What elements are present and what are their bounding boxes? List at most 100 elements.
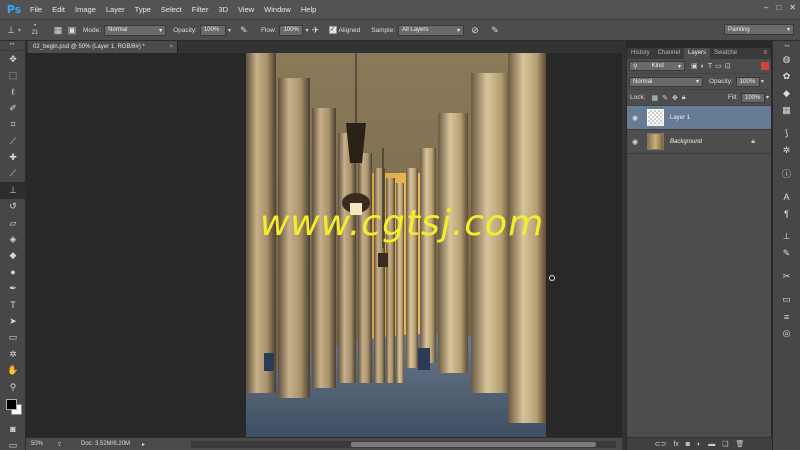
clone-stamp-icon[interactable]: ⊥ <box>4 23 18 37</box>
menu-type[interactable]: Type <box>130 5 156 14</box>
menu-help[interactable]: Help <box>296 5 321 14</box>
filter-toggle-icon[interactable] <box>761 62 769 70</box>
filter-kind-select[interactable]: ⚲ Kind ▾ <box>629 61 685 71</box>
tab-history[interactable]: History <box>627 48 654 59</box>
pressure-size-icon[interactable]: ✎ <box>488 23 502 37</box>
filter-smart-icon[interactable]: ⊡ <box>725 62 731 70</box>
menu-layer[interactable]: Layer <box>101 5 130 14</box>
menu-3d[interactable]: 3D <box>213 5 233 14</box>
add-mask-icon[interactable]: ◙ <box>686 441 690 448</box>
color-panel-icon[interactable]: ◍ <box>773 51 800 68</box>
lock-pixels-icon[interactable]: ✎ <box>662 94 668 102</box>
clone-stamp-tool-icon[interactable]: ⊥ <box>0 182 26 199</box>
layers-panel-icon[interactable]: ◆ <box>773 85 800 102</box>
history-brush-tool-icon[interactable]: ↺ <box>0 199 26 215</box>
close-tab-icon[interactable]: × <box>169 41 173 53</box>
filter-adjustment-icon[interactable]: ◐ <box>701 63 705 70</box>
dock-collapse-icon[interactable]: ◂◂ <box>773 41 800 51</box>
opacity-field[interactable]: 100% <box>199 24 226 36</box>
scrollbar-thumb[interactable] <box>351 442 596 447</box>
ignore-adjustment-icon[interactable]: ⊘ <box>468 23 482 37</box>
info-panel-icon[interactable]: ⓘ <box>773 165 800 182</box>
tool-presets-panel-icon[interactable]: ✂ <box>773 268 800 285</box>
blur-tool-icon[interactable]: ◆ <box>0 248 26 264</box>
new-group-icon[interactable]: ▬ <box>708 441 715 448</box>
share-icon[interactable]: ⇪ <box>57 441 69 448</box>
blend-mode-select[interactable]: Normal ▾ <box>629 76 703 87</box>
lock-transparent-icon[interactable]: ▦ <box>652 94 659 102</box>
foreground-color-swatch[interactable] <box>6 399 17 411</box>
menu-file[interactable]: File <box>25 5 47 14</box>
adjustments-panel-icon[interactable]: ✿ <box>773 68 800 85</box>
visibility-eye-icon[interactable]: ◉ <box>627 114 643 122</box>
clone-source-icon[interactable]: ▣ <box>65 23 79 37</box>
shape-tool-icon[interactable]: ▭ <box>0 330 26 346</box>
brush-size-picker[interactable]: • 21 <box>27 23 43 37</box>
quick-mask-icon[interactable]: ◙ <box>0 421 26 437</box>
workspace-select[interactable]: Painting ▾ <box>724 24 794 35</box>
layer-row-layer-1[interactable]: ◉ Layer 1 <box>627 106 771 130</box>
new-layer-icon[interactable]: ❏ <box>722 440 728 448</box>
link-layers-icon[interactable]: ⊂⊃ <box>655 440 667 448</box>
paragraph-panel-icon[interactable]: ¶ <box>773 205 800 222</box>
delete-layer-icon[interactable]: 🗑︎ <box>736 440 745 448</box>
screen-mode-icon[interactable]: ▭ <box>0 438 26 450</box>
opacity-slider-arrow-icon[interactable]: ▾ <box>228 27 231 34</box>
pen-tool-icon[interactable]: ✒ <box>0 280 26 296</box>
layer-style-icon[interactable]: fx <box>673 441 678 448</box>
tab-channels[interactable]: Channel <box>654 48 684 59</box>
healing-brush-tool-icon[interactable]: ✚ <box>0 149 26 165</box>
panel-menu-icon[interactable]: ≡ <box>759 48 771 59</box>
menu-edit[interactable]: Edit <box>47 5 70 14</box>
airbrush-icon[interactable]: ✈ <box>309 23 323 37</box>
eraser-tool-icon[interactable]: ▱ <box>0 215 26 231</box>
character-panel-icon[interactable]: A <box>773 188 800 205</box>
lasso-tool-icon[interactable]: ℓ <box>0 84 26 100</box>
dodge-tool-icon[interactable]: ● <box>0 264 26 280</box>
zoom-tool-icon[interactable]: ⚲ <box>0 379 26 395</box>
maximize-button[interactable]: □ <box>776 3 781 12</box>
close-window-button[interactable]: ✕ <box>789 3 796 12</box>
horizontal-scrollbar[interactable] <box>191 441 616 448</box>
flow-field[interactable]: 100% <box>279 24 304 36</box>
clone-source-panel-icon[interactable]: ⊥ <box>773 228 800 245</box>
pressure-opacity-icon[interactable]: ✎ <box>237 23 251 37</box>
fill-field[interactable]: 100% <box>740 92 765 103</box>
zoom-level[interactable]: 50% <box>31 441 57 447</box>
quick-select-tool-icon[interactable]: ✐ <box>0 100 26 116</box>
brush-panel-icon[interactable]: ▦ <box>51 23 65 37</box>
brush-presets-panel-icon[interactable]: ✎ <box>773 245 800 262</box>
menu-image[interactable]: Image <box>70 5 101 14</box>
crop-tool-icon[interactable]: ⌗ <box>0 117 26 133</box>
layer-row-background[interactable]: ◉ Background 🔒︎ <box>627 130 771 154</box>
settings-panel-icon[interactable]: ✲ <box>773 142 800 159</box>
move-tool-icon[interactable]: ✥ <box>0 51 26 67</box>
layer-opacity-field[interactable]: 100% <box>735 76 760 87</box>
opacity-arrow-icon[interactable]: ▾ <box>761 78 764 85</box>
toolbar-grip-icon[interactable]: ▸▸ <box>0 41 25 51</box>
document-tab[interactable]: 02_begin.psd @ 50% (Layer 1, RGB/8#) * × <box>28 41 178 53</box>
filter-shape-icon[interactable]: ▭ <box>715 62 722 70</box>
visibility-eye-icon[interactable]: ◉ <box>627 138 643 146</box>
tool-preset-arrow-icon[interactable]: ▾ <box>18 27 21 34</box>
document-image[interactable] <box>246 53 546 437</box>
brush-tool-icon[interactable]: ⟋ <box>0 166 26 182</box>
mode-select[interactable]: Normal ▾ <box>104 24 167 36</box>
navigator-panel-icon[interactable]: ◎ <box>773 325 800 342</box>
3d-tool-icon[interactable]: ✲ <box>0 346 26 362</box>
menu-select[interactable]: Select <box>156 5 187 14</box>
menu-filter[interactable]: Filter <box>187 5 214 14</box>
type-tool-icon[interactable]: T <box>0 297 26 313</box>
grid-panel-icon[interactable]: ▦ <box>773 102 800 119</box>
canvas-area[interactable]: www.cgtsj.com <box>26 53 622 437</box>
sample-select[interactable]: All Layers ▾ <box>398 24 465 36</box>
tab-layers[interactable]: Layers <box>684 48 711 59</box>
lock-position-icon[interactable]: ✥ <box>672 94 678 102</box>
filter-pixel-icon[interactable]: ▣ <box>691 62 698 70</box>
path-select-tool-icon[interactable]: ➤ <box>0 313 26 329</box>
menu-view[interactable]: View <box>233 5 259 14</box>
status-arrow-icon[interactable]: ▸ <box>142 441 145 448</box>
fill-arrow-icon[interactable]: ▾ <box>766 94 769 101</box>
minimize-button[interactable]: – <box>764 3 768 12</box>
eyedropper-tool-icon[interactable]: ⟋ <box>0 133 26 149</box>
